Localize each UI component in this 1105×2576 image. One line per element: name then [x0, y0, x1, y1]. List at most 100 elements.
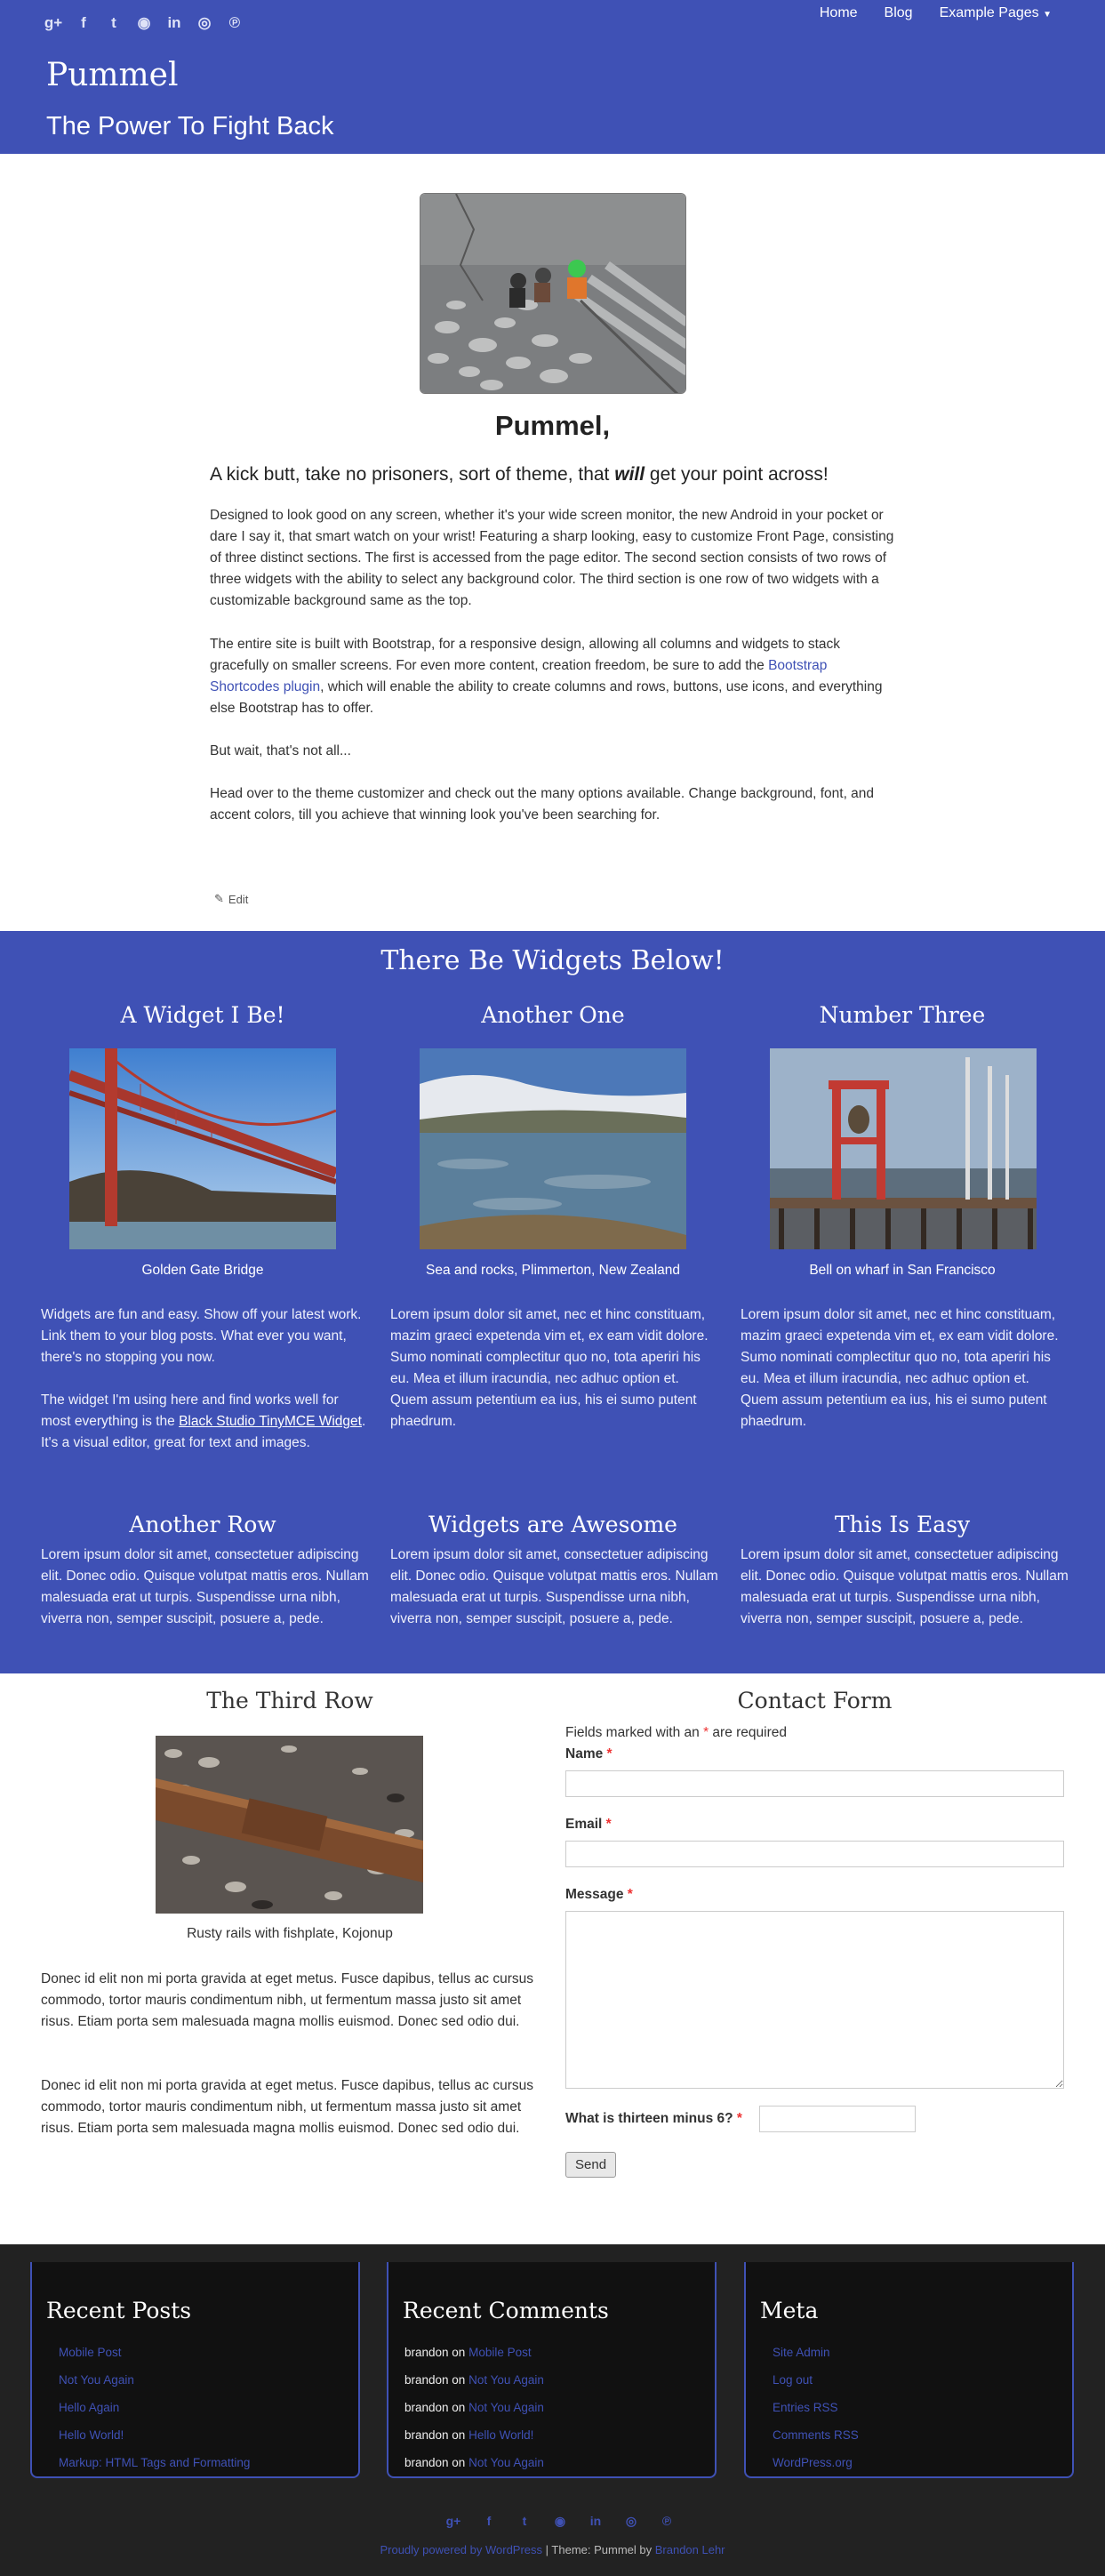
- third-row-paragraph-1: Donec id elit non mi porta gravida at eg…: [41, 1971, 533, 2029]
- list-item: Mobile Post: [59, 2346, 250, 2373]
- linkedin-icon[interactable]: in: [165, 12, 183, 34]
- pinterest-icon[interactable]: ℗: [226, 12, 244, 34]
- facebook-icon[interactable]: f: [480, 2514, 498, 2529]
- github-icon[interactable]: ◉: [551, 2514, 569, 2529]
- caret-down-icon: ▼: [1043, 10, 1052, 20]
- comment-post-link[interactable]: Not You Again: [468, 2373, 544, 2387]
- required-star: *: [736, 2111, 742, 2126]
- linkedin-icon[interactable]: in: [587, 2514, 605, 2529]
- p2-before: The entire site is built with Bootstrap,…: [210, 637, 841, 673]
- site-title[interactable]: Pummel: [46, 57, 179, 93]
- lead-after: get your point across!: [645, 464, 829, 485]
- nav-example-pages-label: Example Pages: [939, 5, 1039, 20]
- required-star: *: [605, 1817, 612, 1832]
- recent-post-link[interactable]: Hello World!: [59, 2428, 124, 2442]
- twitter-icon[interactable]: t: [105, 12, 123, 34]
- widget-title: Widgets are Awesome: [428, 1512, 677, 1537]
- social-links: g+ f t ◉ in ◎ ℗: [44, 12, 244, 34]
- widgets-section: There Be Widgets Below! A Widget I Be! A…: [0, 931, 1105, 1673]
- recent-post-link[interactable]: Mobile Post: [59, 2346, 122, 2359]
- log-out-link[interactable]: Log out: [773, 2373, 813, 2387]
- comments-rss-link[interactable]: Comments RSS: [773, 2428, 859, 2442]
- github-icon[interactable]: ◉: [135, 12, 153, 34]
- widgets-section-title: There Be Widgets Below!: [380, 945, 725, 976]
- credit-mid: | Theme: Pummel by: [542, 2543, 655, 2556]
- comment-author: brandon: [404, 2346, 449, 2359]
- black-studio-tinymce-link[interactable]: Black Studio TinyMCE Widget: [179, 1414, 362, 1429]
- instagram-icon[interactable]: ◎: [622, 2514, 640, 2529]
- widget-text: Lorem ipsum dolor sit amet, consectetuer…: [41, 1547, 369, 1626]
- rails-caption: Rusty rails with fishplate, Kojonup: [187, 1926, 393, 1941]
- nav-example-pages[interactable]: Example Pages ▼: [940, 5, 1052, 21]
- list-item: Hello Again: [59, 2401, 250, 2428]
- widget-title: Another One: [481, 1002, 625, 1028]
- name-field[interactable]: [565, 1770, 1064, 1797]
- comment-post-link[interactable]: Not You Again: [468, 2401, 544, 2414]
- comment-author: brandon: [404, 2456, 449, 2469]
- required-star: *: [606, 1746, 613, 1761]
- nav-home[interactable]: Home: [820, 5, 858, 21]
- site-header: g+ f t ◉ in ◎ ℗ Home Blog Example Pages …: [0, 0, 1105, 154]
- recent-posts-title: Recent Posts: [46, 2298, 192, 2323]
- comment-on: on: [448, 2456, 469, 2469]
- required-note-after: are required: [709, 1725, 787, 1740]
- edit-icon: ✎: [214, 892, 224, 905]
- recent-post-link[interactable]: Not You Again: [59, 2373, 134, 2387]
- google-plus-icon[interactable]: g+: [444, 2514, 462, 2529]
- comment-post-link[interactable]: Not You Again: [468, 2456, 544, 2469]
- edit-label: Edit: [228, 892, 249, 906]
- email-field[interactable]: [565, 1841, 1064, 1867]
- message-label: Message *: [565, 1887, 633, 1903]
- list-item: Comments RSS: [773, 2428, 859, 2456]
- widget-caption: Sea and rocks, Plimmerton, New Zealand: [425, 1263, 681, 1278]
- list-item: brandon on Not You Again: [404, 2401, 544, 2428]
- send-button[interactable]: Send: [565, 2152, 617, 2178]
- intro-paragraph-3: But wait, that's not all...: [210, 743, 351, 758]
- footer-credit: Proudly powered by WordPress | Theme: Pu…: [0, 2543, 1105, 2556]
- facebook-icon[interactable]: f: [75, 12, 92, 34]
- recent-post-link[interactable]: Hello Again: [59, 2401, 119, 2414]
- wordpress-credit-link[interactable]: Proudly powered by WordPress: [380, 2543, 542, 2556]
- comment-on: on: [448, 2373, 469, 2387]
- nav-blog[interactable]: Blog: [885, 5, 913, 21]
- comment-post-link[interactable]: Mobile Post: [468, 2346, 532, 2359]
- recent-post-link[interactable]: Markup: HTML Tags and Formatting: [59, 2456, 250, 2469]
- widget-title: Number Three: [819, 1002, 986, 1028]
- rusty-rails-image: [156, 1736, 423, 1914]
- site-description: The Power To Fight Back: [46, 112, 334, 140]
- comment-on: on: [448, 2401, 469, 2414]
- widget-title: This Is Easy: [834, 1512, 971, 1537]
- instagram-icon[interactable]: ◎: [196, 12, 213, 34]
- widget-caption: Bell on wharf in San Francisco: [809, 1263, 996, 1278]
- wordpress-org-link[interactable]: WordPress.org: [773, 2456, 853, 2469]
- widget-text: The widget I'm using here and find works…: [41, 1390, 370, 1454]
- intro-paragraph-4: Head over to the theme customizer and ch…: [210, 786, 875, 823]
- third-row-paragraph-2: Donec id elit non mi porta gravida at eg…: [41, 2078, 533, 2136]
- name-label: Name *: [565, 1746, 613, 1762]
- comment-post-link[interactable]: Hello World!: [468, 2428, 533, 2442]
- recent-comments-widget: Recent Comments brandon on Mobile Post b…: [387, 2262, 717, 2478]
- message-field[interactable]: [565, 1911, 1064, 2089]
- entries-rss-link[interactable]: Entries RSS: [773, 2401, 838, 2414]
- captcha-field[interactable]: [759, 2106, 916, 2132]
- recent-posts-list: Mobile Post Not You Again Hello Again He…: [59, 2346, 250, 2484]
- required-note-before: Fields marked with an: [565, 1725, 704, 1740]
- list-item: Hello World!: [59, 2428, 250, 2456]
- site-admin-link[interactable]: Site Admin: [773, 2346, 830, 2359]
- widget-title: A Widget I Be!: [120, 1002, 285, 1028]
- email-label: Email *: [565, 1817, 612, 1833]
- author-credit-link[interactable]: Brandon Lehr: [655, 2543, 725, 2556]
- widget-text: Widgets are fun and easy. Show off your …: [41, 1307, 362, 1365]
- required-note: Fields marked with an * are required: [565, 1725, 787, 1741]
- message-label-text: Message: [565, 1887, 624, 1902]
- pinterest-icon[interactable]: ℗: [658, 2514, 676, 2529]
- google-plus-icon[interactable]: g+: [44, 12, 62, 34]
- edit-link[interactable]: ✎ Edit: [214, 892, 248, 906]
- comment-on: on: [448, 2346, 469, 2359]
- comment-author: brandon: [404, 2401, 449, 2414]
- sea-rocks-image: [420, 1048, 686, 1249]
- third-row-title: The Third Row: [206, 1688, 373, 1713]
- twitter-icon[interactable]: t: [516, 2514, 533, 2529]
- recent-posts-widget: Recent Posts Mobile Post Not You Again H…: [30, 2262, 360, 2478]
- recent-comments-title: Recent Comments: [403, 2298, 609, 2323]
